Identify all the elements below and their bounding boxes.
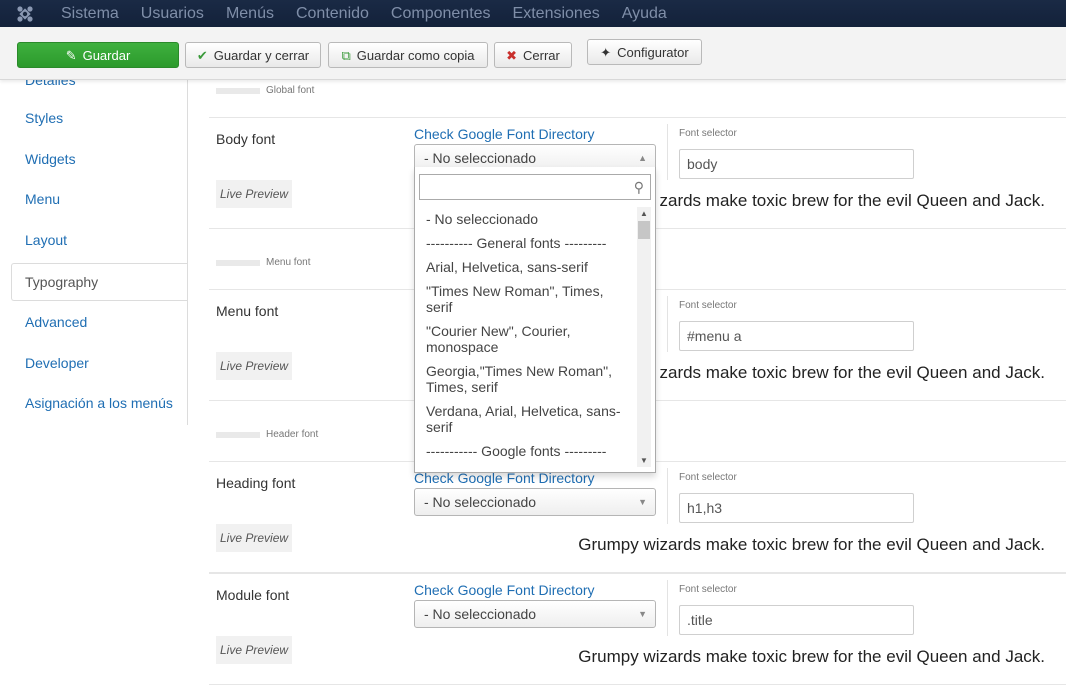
dropdown-option[interactable]: ----------- Google fonts --------- <box>415 439 637 463</box>
sidebar-item-advanced[interactable]: Advanced <box>25 314 87 330</box>
menu-font-selector-label: Font selector <box>679 300 737 311</box>
module-font-preview-text: Grumpy wizards make toxic brew for the e… <box>578 647 1045 666</box>
sidebar-item-widgets[interactable]: Widgets <box>25 151 76 167</box>
menu-font-live-preview-label: Live Preview <box>216 352 292 380</box>
body-font-selector-label: Font selector <box>679 128 737 139</box>
sidebar-item-menu[interactable]: Menu <box>25 191 60 207</box>
heading-font-label: Heading font <box>216 475 296 491</box>
nav-extensiones[interactable]: Extensiones <box>502 0 611 27</box>
sidebar: Detalles Styles Widgets Menu Layout Typo… <box>0 80 188 425</box>
nav-menus[interactable]: Menús <box>215 0 285 27</box>
sidebar-item-detalles[interactable]: Detalles <box>25 80 76 88</box>
module-font-row <box>209 573 1066 685</box>
dropdown-option[interactable]: Arial, Helvetica, sans-serif <box>415 255 637 279</box>
heading-font-selector-input[interactable]: h1,h3 <box>679 493 914 523</box>
scroll-down-icon[interactable]: ▼ <box>640 456 648 465</box>
toolbar: ✎ Guardar ✔ Guardar y cerrar ⧉ Guardar c… <box>0 27 1066 80</box>
module-font-select[interactable]: - No seleccionado ▼ <box>414 600 656 628</box>
section-header-global: Global font <box>216 85 314 96</box>
heading-font-select[interactable]: - No seleccionado ▼ <box>414 488 656 516</box>
save-button[interactable]: ✎ Guardar <box>17 42 179 68</box>
save-close-button[interactable]: ✔ Guardar y cerrar <box>185 42 321 68</box>
sidebar-item-layout[interactable]: Layout <box>25 232 67 248</box>
chevron-down-icon: ▼ <box>638 497 647 507</box>
body-font-selector-input[interactable]: body <box>679 149 914 179</box>
save-copy-button[interactable]: ⧉ Guardar como copia <box>328 42 488 68</box>
magic-wand-icon: ✦ <box>600 44 612 60</box>
dropdown-option[interactable]: - No seleccionado <box>415 207 637 231</box>
body-font-dropdown: ⚲ - No seleccionado ---------- General f… <box>414 167 656 473</box>
nav-ayuda[interactable]: Ayuda <box>611 0 678 27</box>
dropdown-option[interactable]: Verdana, Arial, Helvetica, sans-serif <box>415 399 637 439</box>
section-header-menu: Menu font <box>216 257 310 268</box>
nav-sistema[interactable]: Sistema <box>50 0 130 27</box>
chevron-down-icon: ▼ <box>638 609 647 619</box>
save-close-label: Guardar y cerrar <box>213 47 310 63</box>
module-font-selector-label: Font selector <box>679 584 737 595</box>
top-navbar: Sistema Usuarios Menús Contenido Compone… <box>0 0 1066 27</box>
heading-font-selector-label: Font selector <box>679 472 737 483</box>
menu-font-label: Menu font <box>216 303 279 319</box>
dropdown-search-input[interactable]: ⚲ <box>419 174 651 200</box>
close-button-label: Cerrar <box>523 47 560 63</box>
nav-contenido[interactable]: Contenido <box>285 0 380 27</box>
heading-font-live-preview-label: Live Preview <box>216 524 292 552</box>
module-font-google-link[interactable]: Check Google Font Directory <box>414 582 595 598</box>
edit-icon: ✎ <box>65 47 77 63</box>
scrollbar-thumb[interactable] <box>638 221 650 239</box>
module-font-label: Module font <box>216 587 290 603</box>
module-font-selector-input[interactable]: .title <box>679 605 914 635</box>
close-button[interactable]: ✖ Cerrar <box>494 42 572 68</box>
sidebar-item-styles[interactable]: Styles <box>25 110 63 126</box>
save-button-label: Guardar <box>82 47 131 63</box>
sidebar-item-menu-assignment[interactable]: Asignación a los menús <box>25 395 173 411</box>
check-icon: ✔ <box>196 47 208 63</box>
dropdown-option[interactable]: "Times New Roman", Times, serif <box>415 279 637 319</box>
close-circle-icon: ✖ <box>506 47 518 63</box>
nav-componentes[interactable]: Componentes <box>380 0 502 27</box>
heading-font-row <box>209 461 1066 573</box>
body-font-live-preview-label: Live Preview <box>216 180 292 208</box>
configurator-button[interactable]: ✦ Configurator <box>587 39 702 65</box>
dropdown-option[interactable]: "Courier New", Courier, monospace <box>415 319 637 359</box>
nav-usuarios[interactable]: Usuarios <box>130 0 215 27</box>
dropdown-options: - No seleccionado ---------- General fon… <box>415 207 637 467</box>
section-header-header: Header font <box>216 429 318 440</box>
sidebar-item-developer[interactable]: Developer <box>25 355 89 371</box>
save-copy-label: Guardar como copia <box>356 47 475 63</box>
menu-font-selector-input[interactable]: #menu a <box>679 321 914 351</box>
sidebar-item-typography[interactable]: Typography <box>11 263 187 301</box>
search-icon: ⚲ <box>633 179 644 195</box>
module-font-live-preview-label: Live Preview <box>216 636 292 664</box>
dropdown-option[interactable]: ---------- General fonts --------- <box>415 231 637 255</box>
body-font-preview-text: zards make toxic brew for the evil Queen… <box>659 191 1045 210</box>
scroll-up-icon[interactable]: ▲ <box>640 209 648 218</box>
body-font-google-link[interactable]: Check Google Font Directory <box>414 126 595 142</box>
menu-font-preview-text: zards make toxic brew for the evil Queen… <box>659 363 1045 382</box>
configurator-label: Configurator <box>617 44 689 60</box>
dropdown-scrollbar[interactable]: ▲ ▼ <box>637 207 651 467</box>
joomla-logo-icon[interactable] <box>0 0 50 27</box>
dropdown-option[interactable]: Georgia,"Times New Roman", Times, serif <box>415 359 637 399</box>
heading-font-preview-text: Grumpy wizards make toxic brew for the e… <box>578 535 1045 554</box>
copy-icon: ⧉ <box>341 47 351 63</box>
body-font-label: Body font <box>216 131 276 147</box>
